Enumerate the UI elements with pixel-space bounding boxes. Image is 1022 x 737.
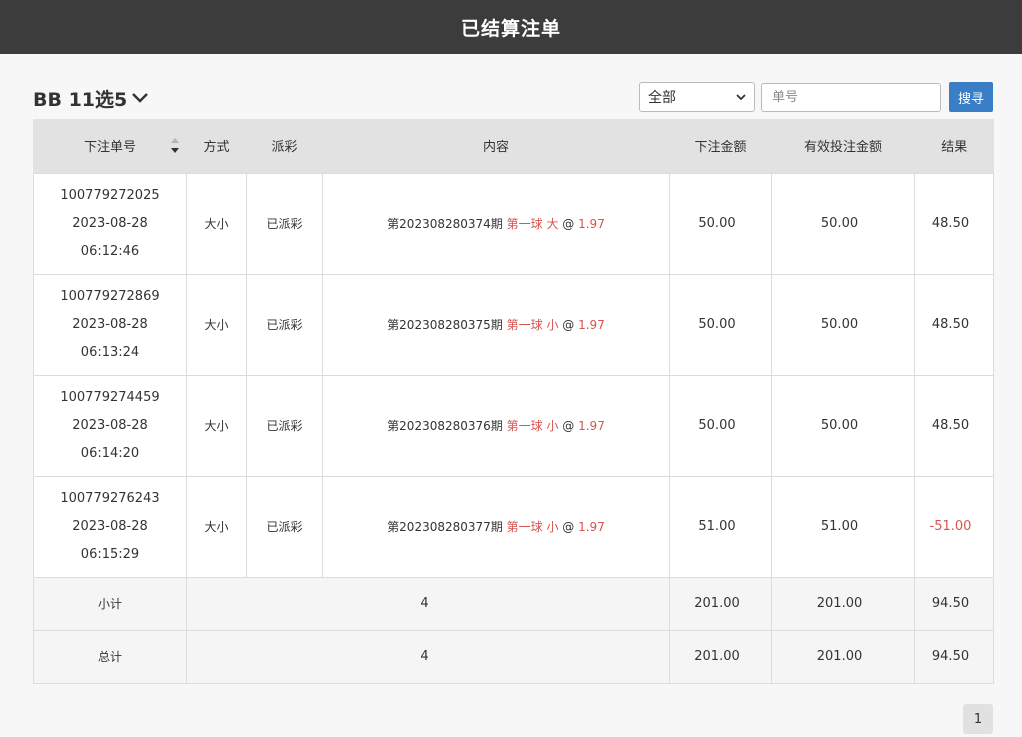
subtotal-amount: 201.00: [669, 576, 772, 631]
bet-pick: 第一球 小: [506, 318, 559, 332]
bet-date: 2023-08-28: [72, 215, 148, 231]
bet-id-cell: 100779274459 2023-08-28 06:14:20: [33, 374, 187, 477]
valid-bet-amount: 50.00: [771, 273, 915, 376]
bet-time: 06:12:46: [80, 243, 140, 259]
subtotal-label: 小计: [33, 576, 187, 631]
column-header-content: 内容: [322, 119, 670, 173]
total-row: 总计 4 201.00 201.00 94.50: [33, 629, 994, 684]
total-result: 94.50: [914, 629, 994, 684]
bet-time: 06:14:20: [80, 445, 140, 461]
bet-amount: 50.00: [669, 374, 772, 477]
bet-id-cell: 100779272025 2023-08-28 06:12:46: [33, 172, 187, 275]
valid-bet-amount: 50.00: [771, 374, 915, 477]
sort-icon[interactable]: [170, 137, 180, 155]
valid-bet-amount: 50.00: [771, 172, 915, 275]
column-header-payout: 派彩: [246, 119, 323, 173]
bet-odds: 1.97: [578, 419, 605, 433]
page-button-current[interactable]: 1: [963, 704, 993, 734]
bet-id-cell: 100779276243 2023-08-28 06:15:29: [33, 475, 187, 578]
subtotal-result: 94.50: [914, 576, 994, 631]
bet-date: 2023-08-28: [72, 417, 148, 433]
game-selector[interactable]: BB 11选5: [33, 85, 149, 111]
status-filter-value: 全部: [648, 90, 676, 106]
bet-amount: 50.00: [669, 172, 772, 275]
order-number-input[interactable]: [761, 83, 941, 112]
total-label: 总计: [33, 629, 187, 684]
table-row: 100779272025 2023-08-28 06:12:46 大小 已派彩 第2023…: [33, 172, 994, 275]
settled-bets-table: 下注单号 方式 派彩 内容 下注金额 有效投注金额 结果 10077927202…: [33, 119, 994, 684]
bet-odds: 1.97: [578, 217, 605, 231]
bet-result: 48.50: [914, 172, 994, 275]
chevron-down-icon: [132, 93, 149, 103]
status-filter-select[interactable]: 全部: [639, 82, 755, 112]
bet-odds: 1.97: [578, 520, 605, 534]
bet-result: 48.50: [914, 273, 994, 376]
bet-date: 2023-08-28: [72, 518, 148, 534]
column-header-bet-amount: 下注金额: [669, 119, 772, 173]
bet-id: 100779276243: [60, 490, 160, 506]
total-count: 4: [186, 629, 670, 684]
table-row: 100779274459 2023-08-28 06:14:20 大小 已派彩 第2023…: [33, 374, 994, 477]
bet-result: 48.50: [914, 374, 994, 477]
payout-status: 已派彩: [246, 374, 323, 477]
column-header-method: 方式: [186, 119, 247, 173]
subtotal-count: 4: [186, 576, 670, 631]
bet-content: 第202308280374期 第一球 大 @ 1.97: [322, 172, 670, 275]
bet-at: @: [562, 419, 575, 433]
bet-period: 第202308280376期: [387, 419, 503, 433]
table-header-row: 下注单号 方式 派彩 内容 下注金额 有效投注金额 结果: [33, 119, 994, 173]
bet-amount: 50.00: [669, 273, 772, 376]
total-valid-amount: 201.00: [771, 629, 915, 684]
bet-content: 第202308280376期 第一球 小 @ 1.97: [322, 374, 670, 477]
table-row: 100779276243 2023-08-28 06:15:29 大小 已派彩 第2023…: [33, 475, 994, 578]
payout-status: 已派彩: [246, 172, 323, 275]
bet-time: 06:13:24: [80, 344, 140, 360]
game-selector-label: BB 11选5: [33, 88, 128, 111]
bet-date: 2023-08-28: [72, 316, 148, 332]
bet-content: 第202308280377期 第一球 小 @ 1.97: [322, 475, 670, 578]
bet-method: 大小: [186, 172, 247, 275]
bet-result: -51.00: [914, 475, 994, 578]
bet-pick: 第一球 小: [506, 419, 559, 433]
payout-status: 已派彩: [246, 273, 323, 376]
bet-time: 06:15:29: [80, 546, 140, 562]
bet-id-cell: 100779272869 2023-08-28 06:13:24: [33, 273, 187, 376]
bet-period: 第202308280375期: [387, 318, 503, 332]
bet-amount: 51.00: [669, 475, 772, 578]
bet-odds: 1.97: [578, 318, 605, 332]
bet-content: 第202308280375期 第一球 小 @ 1.97: [322, 273, 670, 376]
column-header-bet-id[interactable]: 下注单号: [33, 119, 187, 173]
bet-pick: 第一球 大: [506, 217, 559, 231]
payout-status: 已派彩: [246, 475, 323, 578]
table-row: 100779272869 2023-08-28 06:13:24 大小 已派彩 第2023…: [33, 273, 994, 376]
chevron-down-icon: [736, 93, 746, 100]
bet-pick: 第一球 小: [506, 520, 559, 534]
total-amount: 201.00: [669, 629, 772, 684]
subtotal-row: 小计 4 201.00 201.00 94.50: [33, 576, 994, 631]
page-title: 已结算注单: [460, 17, 561, 40]
bet-method: 大小: [186, 374, 247, 477]
bet-id: 100779272869: [60, 288, 160, 304]
bet-at: @: [562, 520, 575, 534]
search-button[interactable]: 搜寻: [949, 82, 993, 112]
column-header-result: 结果: [914, 119, 994, 173]
page-header: 已结算注单: [0, 0, 1022, 54]
bet-method: 大小: [186, 273, 247, 376]
bet-at: @: [562, 217, 575, 231]
bet-id: 100779272025: [60, 187, 160, 203]
bet-period: 第202308280374期: [387, 217, 503, 231]
bet-id: 100779274459: [60, 389, 160, 405]
subtotal-valid-amount: 201.00: [771, 576, 915, 631]
column-header-valid-amount: 有效投注金额: [771, 119, 915, 173]
bet-at: @: [562, 318, 575, 332]
valid-bet-amount: 51.00: [771, 475, 915, 578]
bet-period: 第202308280377期: [387, 520, 503, 534]
bet-method: 大小: [186, 475, 247, 578]
